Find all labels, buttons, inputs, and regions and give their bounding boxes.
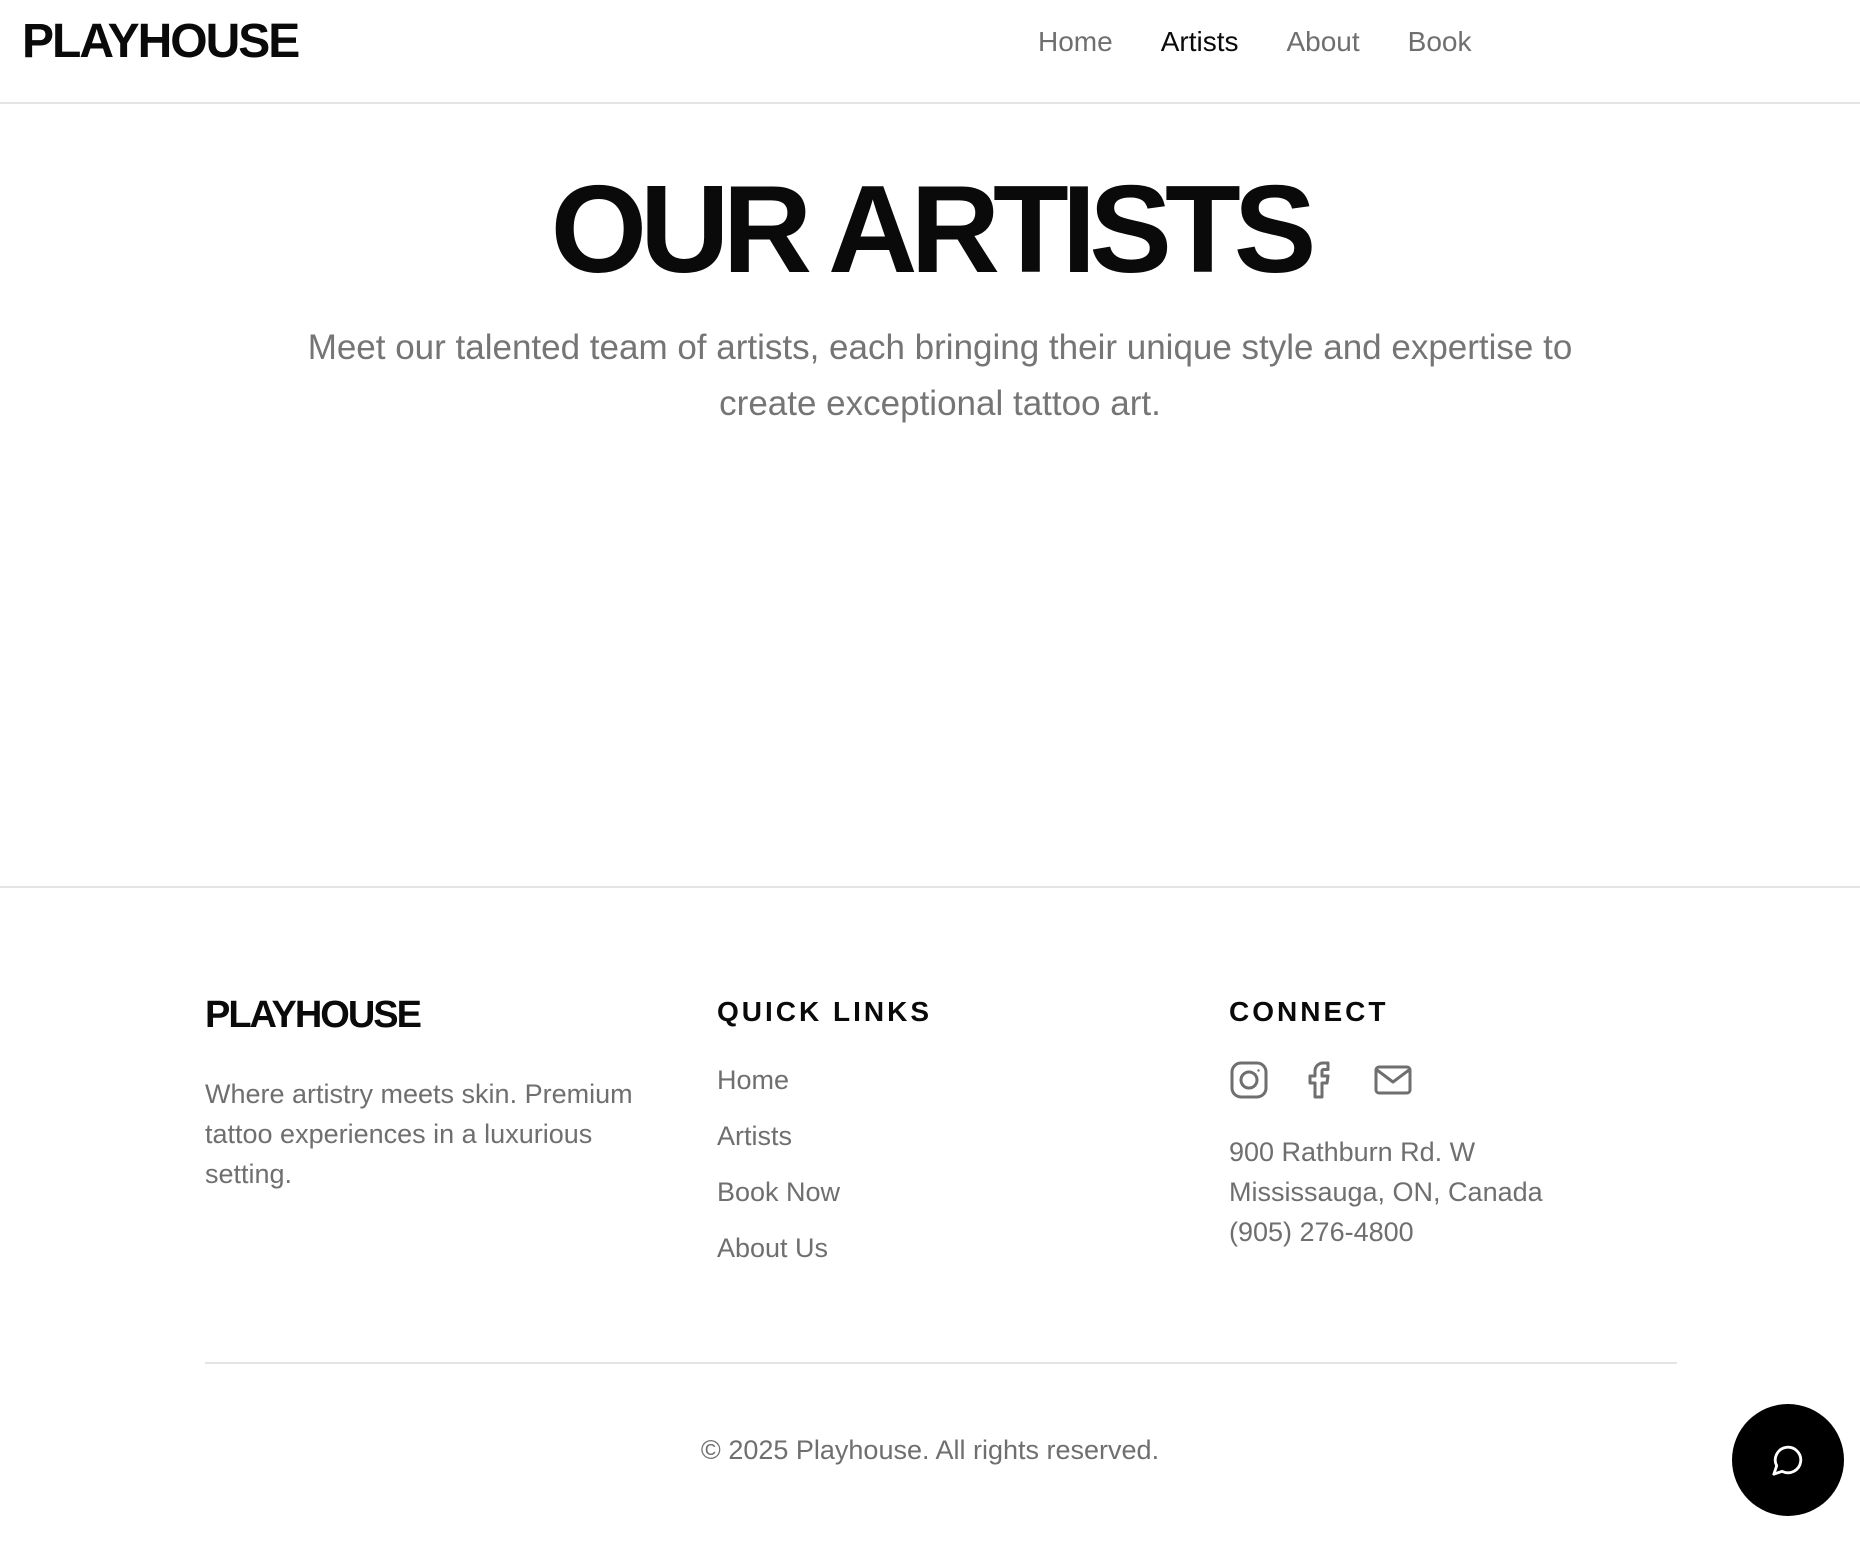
nav-link-about[interactable]: About [1286, 22, 1359, 62]
footer-logo: PLAYHOUSE [205, 994, 422, 1036]
phone-number: (905) 276-4800 [1229, 1217, 1414, 1247]
copyright-text: © 2025 Playhouse. All rights reserved. [700, 1435, 1160, 1465]
footer-tagline: Where artistry meets skin. Premium tatto… [205, 1079, 633, 1189]
footer-link-book-now[interactable]: Book Now [717, 1172, 840, 1228]
site-logo[interactable]: PLAYHOUSE [22, 14, 300, 70]
site-header: PLAYHOUSE Home Artists About Book [0, 0, 1860, 104]
studio-address: 900 Rathburn Rd. W Mississauga, ON, Cana… [1229, 1132, 1543, 1252]
main-nav: Home Artists About Book [1038, 22, 1519, 62]
footer-link-artists[interactable]: Artists [717, 1116, 840, 1172]
connect-heading: CONNECT [1229, 996, 1389, 1027]
quick-links-heading: QUICK LINKS [717, 996, 932, 1027]
page-title: OUR ARTISTS [550, 161, 1317, 299]
nav-link-book[interactable]: Book [1408, 22, 1472, 62]
page: PLAYHOUSE Home Artists About Book OUR AR… [0, 0, 1860, 1544]
facebook-icon[interactable] [1301, 1060, 1341, 1100]
page-subtitle: Meet our talented team of artists, each … [307, 328, 1573, 423]
footer-link-home[interactable]: Home [717, 1060, 840, 1116]
address-line: 900 Rathburn Rd. W [1229, 1137, 1476, 1167]
footer-divider [205, 1362, 1677, 1364]
social-links [1229, 1060, 1413, 1100]
site-footer: PLAYHOUSE Where artistry meets skin. Pre… [0, 886, 1860, 1544]
chat-bubble-icon [1772, 1445, 1803, 1476]
nav-link-artists[interactable]: Artists [1161, 22, 1239, 62]
chat-button[interactable] [1732, 1404, 1844, 1516]
instagram-icon[interactable] [1229, 1060, 1269, 1100]
address-line: Mississauga, ON, Canada [1229, 1177, 1543, 1207]
quick-links-list: Home Artists Book Now About Us [717, 1060, 840, 1284]
mail-icon[interactable] [1373, 1060, 1413, 1100]
footer-link-about-us[interactable]: About Us [717, 1228, 840, 1284]
nav-link-home[interactable]: Home [1038, 22, 1113, 62]
